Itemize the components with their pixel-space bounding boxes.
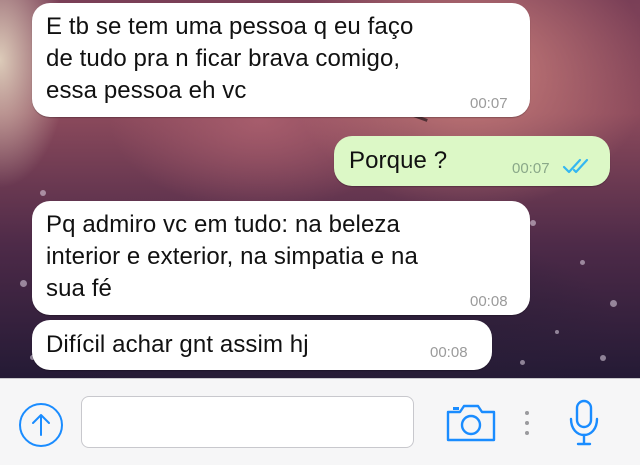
message-time: 00:08 [470, 293, 508, 310]
message-input[interactable] [81, 396, 414, 448]
microphone-icon[interactable] [567, 397, 601, 449]
message-text: Porque ? [349, 147, 448, 174]
message-bubble-outgoing[interactable]: Porque ? 00:07 [334, 136, 610, 186]
more-dots-icon[interactable] [523, 409, 531, 437]
message-bubble-incoming[interactable]: E tb se tem uma pessoa q eu faço de tudo… [32, 3, 530, 117]
message-text: Pq admiro vc em tudo: na beleza interior… [46, 211, 418, 302]
read-double-check-icon [562, 158, 589, 174]
message-time: 00:07 [512, 160, 550, 177]
message-time: 00:08 [430, 344, 468, 361]
message-text: E tb se tem uma pessoa q eu faço de tudo… [46, 13, 414, 104]
message-bubble-incoming[interactable]: Difícil achar gnt assim hj 00:08 [32, 320, 492, 370]
upload-arrow-icon[interactable] [18, 402, 64, 448]
message-time: 00:07 [470, 95, 508, 112]
message-text: Difícil achar gnt assim hj [46, 331, 309, 358]
message-bubble-incoming[interactable]: Pq admiro vc em tudo: na beleza interior… [32, 201, 530, 315]
message-composer [0, 378, 640, 465]
camera-icon[interactable] [444, 402, 498, 444]
